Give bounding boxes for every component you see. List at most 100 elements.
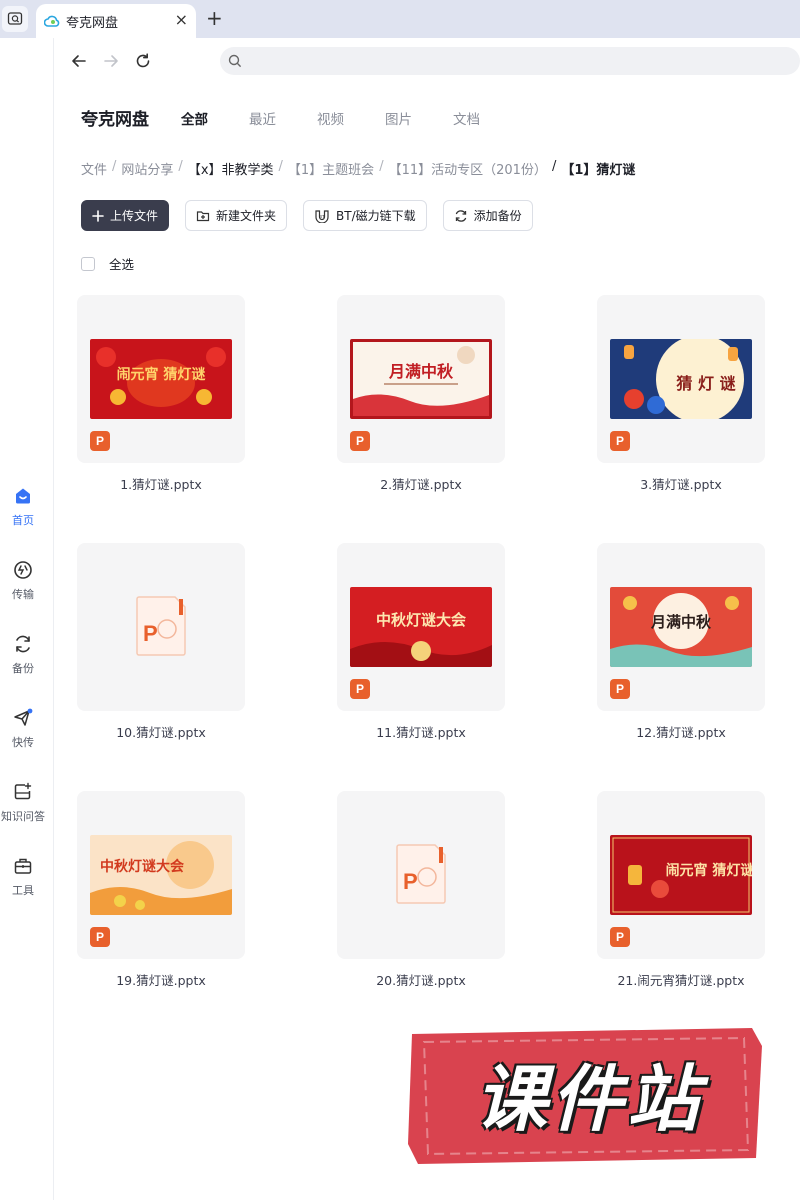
- magnet-icon: BT: [314, 209, 330, 223]
- file-name: 12.猜灯谜.pptx: [636, 725, 726, 740]
- rail-label: 工具: [12, 884, 34, 897]
- watermark-stamp: 课件站: [404, 1018, 768, 1168]
- file-name: 2.猜灯谜.pptx: [380, 477, 462, 492]
- tab-document[interactable]: 文档: [453, 108, 521, 128]
- tab-image[interactable]: 图片: [385, 108, 453, 128]
- breadcrumb: 文件 / 网站分享 / 【x】非教学类 / 【1】主题班会 / 【11】活动专区（201…: [81, 159, 635, 178]
- rail-label: 快传: [12, 736, 34, 749]
- file-thumbnail: 月满中秋: [350, 339, 492, 419]
- select-all-label: 全选: [109, 257, 135, 272]
- upload-button[interactable]: 上传文件: [81, 200, 170, 231]
- file-card[interactable]: 闹元宵 猜灯谜 P 1.猜灯谜.pptx: [77, 295, 245, 493]
- backup-icon: [11, 632, 35, 656]
- plus-icon: [92, 209, 104, 222]
- tab-video[interactable]: 视频: [317, 108, 385, 128]
- file-card[interactable]: 猜 灯 谜 P 3.猜灯谜.pptx: [597, 295, 765, 493]
- tab-title: 夸克网盘: [66, 15, 119, 31]
- category-tabs: 全部 最近 视频 图片 文档: [181, 108, 521, 128]
- select-all[interactable]: 全选: [81, 254, 134, 273]
- thumb-title: 闹元宵 猜灯谜: [666, 862, 752, 879]
- thumb-title: 猜 灯 谜: [675, 374, 736, 393]
- ppt-file-icon: P: [610, 927, 630, 947]
- file-thumbnail: 闹元宵 猜灯谜: [610, 835, 752, 915]
- add-backup-button[interactable]: 添加备份: [442, 200, 533, 231]
- breadcrumb-item[interactable]: 文件: [81, 159, 107, 178]
- browser-tab-bar: 夸克网盘 × +: [0, 0, 800, 38]
- bt-download-button[interactable]: BT BT/磁力链下载: [303, 200, 427, 231]
- reload-button[interactable]: [132, 50, 154, 72]
- bt-download-label: BT/磁力链下载: [336, 209, 416, 223]
- file-card[interactable]: 中秋灯谜大会 P 19.猜灯谜.pptx: [77, 791, 245, 989]
- new-folder-button[interactable]: 新建文件夹: [185, 200, 288, 231]
- file-thumbnail: 闹元宵 猜灯谜: [90, 339, 232, 419]
- new-tab-button[interactable]: +: [206, 6, 223, 30]
- svg-text:P: P: [403, 869, 418, 894]
- ppt-file-icon: P: [90, 431, 110, 451]
- breadcrumb-item[interactable]: 网站分享: [121, 159, 173, 178]
- select-all-checkbox[interactable]: [81, 256, 95, 271]
- qa-icon: [11, 780, 35, 804]
- breadcrumb-current: 【1】猜灯谜: [561, 163, 636, 178]
- add-backup-label: 添加备份: [473, 209, 522, 223]
- file-thumbnail-box: 中秋灯谜大会 P: [337, 543, 505, 711]
- file-card[interactable]: P 10.猜灯谜.pptx: [77, 543, 245, 741]
- backup-icon: [454, 209, 468, 223]
- rail-item-transfer[interactable]: 传输: [0, 558, 46, 602]
- forward-button[interactable]: [100, 50, 122, 72]
- file-card[interactable]: 闹元宵 猜灯谜 P 21.闹元宵猜灯谜.pptx: [597, 791, 765, 989]
- file-card[interactable]: P 20.猜灯谜.pptx: [337, 791, 505, 989]
- upload-label: 上传文件: [110, 209, 159, 223]
- browser-toolbar: [54, 38, 800, 84]
- ppt-file-icon: P: [350, 679, 370, 699]
- breadcrumb-item[interactable]: 【1】主题班会: [288, 159, 374, 178]
- tab-search-icon: [7, 12, 23, 25]
- toolbox-icon: [11, 854, 35, 878]
- ppt-file-icon: P: [90, 927, 110, 947]
- file-thumbnail: 月满中秋: [610, 587, 752, 667]
- thumb-title: 闹元宵 猜灯谜: [117, 366, 207, 383]
- file-thumbnail-box: P: [77, 543, 245, 711]
- rail-item-tools[interactable]: 工具: [0, 854, 46, 898]
- file-thumbnail-box: 月满中秋 P: [597, 543, 765, 711]
- new-folder-label: 新建文件夹: [216, 209, 277, 223]
- action-bar: 上传文件 新建文件夹 BT BT/磁力链下载 添加备份: [81, 200, 533, 231]
- ppt-file-icon: P: [350, 431, 370, 451]
- thumb-title: 月满中秋: [388, 362, 454, 381]
- rail-label: 备份: [12, 662, 34, 675]
- rail-label: 首页: [12, 514, 34, 527]
- file-name: 21.闹元宵猜灯谜.pptx: [617, 973, 745, 988]
- rail-item-home[interactable]: 首页: [0, 484, 46, 528]
- rail-item-quick-send[interactable]: 快传: [0, 706, 46, 750]
- thumb-title: 月满中秋: [650, 613, 712, 631]
- file-card[interactable]: 中秋灯谜大会 P 11.猜灯谜.pptx: [337, 543, 505, 741]
- folder-add-icon: [196, 209, 210, 223]
- tab-close-icon[interactable]: ×: [175, 12, 188, 28]
- back-button[interactable]: [68, 50, 90, 72]
- quick-send-icon: [11, 706, 35, 730]
- address-input[interactable]: [248, 53, 768, 69]
- tab-all[interactable]: 全部: [181, 108, 249, 128]
- file-thumbnail-box: 月满中秋 P: [337, 295, 505, 463]
- file-card[interactable]: 月满中秋 P 12.猜灯谜.pptx: [597, 543, 765, 741]
- watermark-text: 课件站: [474, 1057, 703, 1141]
- breadcrumb-separator: /: [551, 159, 557, 174]
- tab-recent[interactable]: 最近: [249, 108, 317, 128]
- svg-text:P: P: [143, 621, 158, 646]
- rail-item-qa[interactable]: 知识问答: [0, 780, 46, 824]
- file-card[interactable]: 月满中秋 P 2.猜灯谜.pptx: [337, 295, 505, 493]
- search-icon: [228, 54, 242, 68]
- file-thumbnail-box: 中秋灯谜大会 P: [77, 791, 245, 959]
- rail-item-backup[interactable]: 备份: [0, 632, 46, 676]
- file-thumbnail-box: P: [337, 791, 505, 959]
- breadcrumb-item[interactable]: 【11】活动专区（201份）: [389, 159, 547, 178]
- thumb-title: 中秋灯谜大会: [100, 858, 185, 875]
- browser-tab-quark[interactable]: 夸克网盘 ×: [36, 4, 196, 38]
- tab-search-button[interactable]: [2, 6, 28, 32]
- breadcrumb-separator: /: [112, 159, 117, 174]
- file-thumbnail: 猜 灯 谜: [610, 339, 752, 419]
- address-bar[interactable]: [220, 47, 800, 75]
- file-name: 11.猜灯谜.pptx: [376, 725, 466, 740]
- breadcrumb-item[interactable]: 【x】非教学类: [188, 159, 274, 178]
- file-thumbnail-box: 闹元宵 猜灯谜 P: [77, 295, 245, 463]
- ppt-placeholder-icon: P: [396, 844, 446, 904]
